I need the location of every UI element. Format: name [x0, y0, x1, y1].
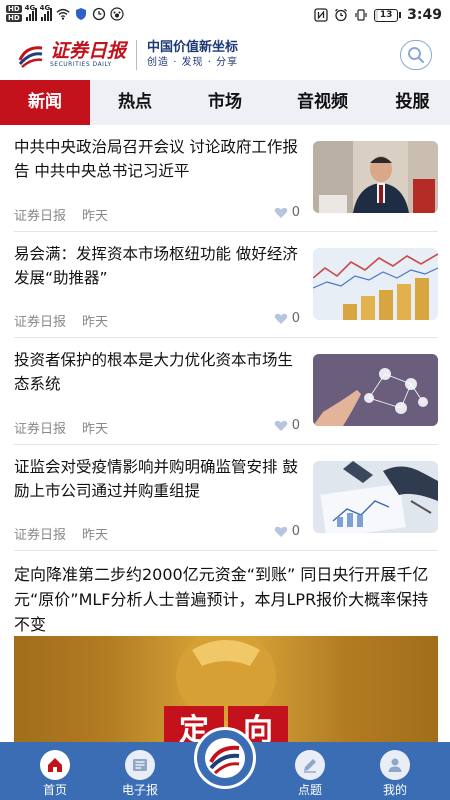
category-tabs: 新闻 热点 市场 音视频 投服: [0, 80, 450, 125]
tab-news[interactable]: 新闻: [0, 80, 90, 125]
app-header: 证券日报 SECURITIES DAILY 中国价值新坐标 创造 · 发现 · …: [0, 30, 450, 80]
net-type-1: 4G: [24, 3, 36, 12]
news-title: 中共中央政治局召开会议 讨论政府工作报告 中共中央总书记习近平: [14, 138, 298, 180]
heart-icon: [274, 526, 287, 537]
hd-badge-1: HD: [6, 5, 22, 13]
search-button[interactable]: [400, 40, 432, 70]
nav-label: 首页: [42, 783, 67, 797]
news-source: 证券日报: [14, 315, 67, 330]
tab-video[interactable]: 音视频: [270, 80, 375, 125]
nav-label: 电子报: [121, 783, 158, 797]
heart-icon: [274, 313, 287, 324]
news-thumbnail: [313, 141, 438, 213]
news-meta: 证券日报 昨天: [14, 311, 108, 330]
home-icon: [40, 750, 70, 780]
brand-swirl-icon: [205, 738, 245, 778]
nfc-icon: [314, 8, 328, 22]
net-type-2: 4G: [39, 3, 51, 12]
shield-icon: [75, 7, 86, 20]
news-title: 易会满：发挥资本市场枢纽功能 做好经济发展“助推器”: [14, 245, 298, 287]
logo-text: 证券日报 SECURITIES DAILY: [50, 41, 126, 69]
hd-badge-2: HD: [6, 14, 22, 22]
like-number: 0: [291, 524, 300, 539]
signal-icon-2: 4G: [39, 3, 52, 21]
news-source: 证券日报: [14, 209, 67, 224]
nav-label: 我的: [382, 783, 407, 797]
news-item[interactable]: 投资者保护的根本是大力优化资本市场生态系统 证券日报 昨天 0: [14, 338, 438, 445]
newspaper-icon: [125, 750, 155, 780]
news-thumbnail: [313, 461, 438, 533]
logo-mark-icon: [18, 46, 43, 68]
nav-label: 点题: [297, 783, 322, 797]
slogan-main: 中国价值新坐标: [147, 40, 239, 55]
brand-logo[interactable]: 证券日报 SECURITIES DAILY 中国价值新坐标 创造 · 发现 · …: [16, 40, 238, 70]
nav-home[interactable]: 首页: [26, 742, 84, 800]
news-thumbnail: [313, 354, 438, 426]
nav-profile[interactable]: 我的: [366, 742, 424, 800]
heart-icon: [274, 420, 287, 431]
news-item[interactable]: 中共中央政治局召开会议 讨论政府工作报告 中共中央总书记习近平 证券日报 昨天 0: [14, 125, 438, 232]
tab-hot[interactable]: 热点: [90, 80, 180, 125]
news-time: 昨天: [82, 528, 109, 543]
news-title: 证监会对受疫情影响并购明确监管安排 鼓励上市公司通过并购重组提: [14, 458, 298, 500]
status-bar: HD HD 4G 4G 13 3:49: [0, 0, 450, 30]
clock-icon: [92, 7, 105, 20]
news-title: 投资者保护的根本是大力优化资本市场生态系统: [14, 351, 294, 393]
nav-topics[interactable]: 点题: [281, 742, 339, 800]
like-count[interactable]: 0: [274, 418, 300, 433]
tab-investor-service[interactable]: 投服: [375, 80, 450, 125]
center-logo-button[interactable]: [194, 727, 256, 789]
news-source: 证券日报: [14, 422, 67, 437]
news-meta: 证券日报 昨天: [14, 205, 108, 224]
news-time: 昨天: [82, 209, 109, 224]
nav-e-paper[interactable]: 电子报: [111, 742, 169, 800]
slogan-sub: 创造 · 发现 · 分享: [147, 57, 239, 68]
news-source: 证券日报: [14, 528, 67, 543]
alarm-icon: [335, 8, 348, 22]
news-time: 昨天: [82, 422, 109, 437]
news-thumbnail: [313, 248, 438, 320]
clock-time: 3:49: [407, 7, 442, 23]
heart-icon: [274, 207, 287, 218]
battery-level: 13: [379, 9, 393, 20]
featured-news-title[interactable]: 定向降准第二步约2000亿元资金“到账” 同日央行开展千亿元“原价”MLF分析人…: [14, 562, 438, 637]
news-meta: 证券日报 昨天: [14, 418, 108, 437]
search-icon: [408, 47, 425, 64]
status-right: 13 3:49: [314, 7, 442, 23]
slogan: 中国价值新坐标 创造 · 发现 · 分享: [147, 40, 238, 70]
user-icon: [380, 750, 410, 780]
news-meta: 证券日报 昨天: [14, 524, 108, 543]
status-left: HD HD 4G 4G: [6, 3, 124, 22]
like-count[interactable]: 0: [274, 311, 300, 326]
like-count[interactable]: 0: [274, 205, 300, 220]
news-item[interactable]: 易会满：发挥资本市场枢纽功能 做好经济发展“助推器” 证券日报 昨天 0: [14, 232, 438, 338]
wifi-icon: [56, 8, 70, 20]
like-number: 0: [291, 311, 300, 326]
like-number: 0: [291, 418, 300, 433]
news-time: 昨天: [82, 315, 109, 330]
tab-market[interactable]: 市场: [180, 80, 270, 125]
hd-badges: HD HD: [6, 5, 22, 22]
paw-icon: [110, 6, 124, 21]
news-item[interactable]: 证监会对受疫情影响并购明确监管安排 鼓励上市公司通过并购重组提 证券日报 昨天 0: [14, 445, 438, 551]
logo-chinese: 证券日报: [50, 40, 127, 62]
battery-icon: 13: [374, 8, 402, 22]
signal-icon-1: 4G: [24, 3, 37, 21]
edit-icon: [295, 750, 325, 780]
vibrate-icon: [355, 9, 367, 21]
like-count[interactable]: 0: [274, 524, 300, 539]
like-number: 0: [291, 205, 300, 220]
logo-english: SECURITIES DAILY: [50, 61, 112, 68]
logo-divider: [136, 40, 138, 70]
